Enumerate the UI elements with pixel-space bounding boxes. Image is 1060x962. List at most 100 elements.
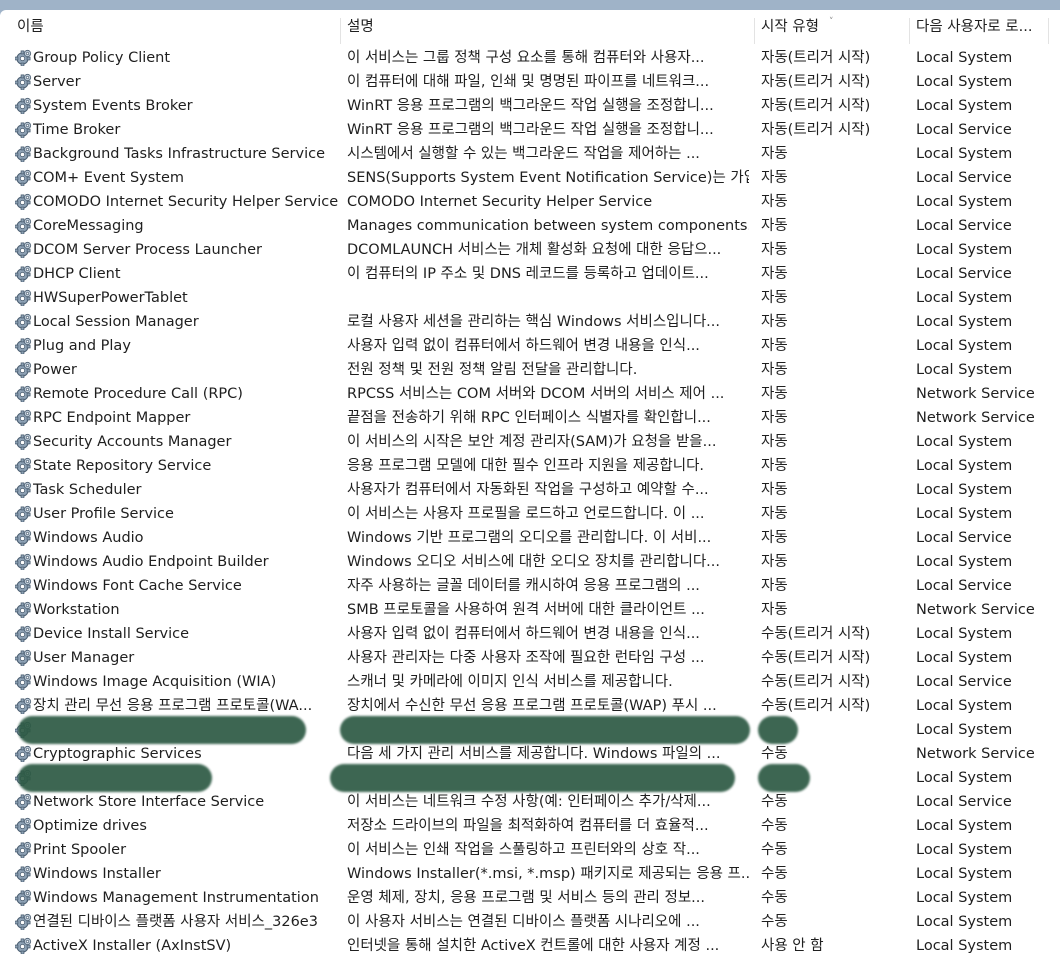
column-header-startup-type[interactable]: 시작 유형 — [761, 10, 901, 44]
service-gear-icon — [15, 937, 32, 954]
service-logon-as: Local Service — [916, 578, 1012, 594]
service-description: 이 사용자 서비스는 연결된 디바이스 플랫폼 시나리오에 ... — [347, 914, 700, 930]
service-gear-icon — [15, 169, 32, 186]
service-name: COMODO Internet Security Helper Service — [33, 194, 339, 210]
service-gear-icon — [15, 889, 32, 906]
service-description: 끝점을 전송하기 위해 RPC 인터페이스 식별자를 확인합니... — [347, 410, 711, 426]
service-row[interactable]: Local System — [0, 716, 1060, 744]
service-row[interactable]: Local Session Manager 로컬 사용자 세션을 관리하는 핵심 … — [0, 310, 1060, 334]
service-gear-icon — [15, 697, 32, 714]
service-startup-type: 자동 — [761, 554, 788, 570]
service-startup-type: 수동 — [761, 794, 788, 810]
column-header-logon-as[interactable]: 다음 사용자로 로... — [916, 10, 1046, 44]
service-name: Local Session Manager — [33, 314, 199, 330]
service-row[interactable]: Remote Procedure Call (RPC) RPCSS 서비스는 CO… — [0, 382, 1060, 406]
service-row[interactable]: Windows Image Acquisition (WIA) 스캐너 및 카메라… — [0, 670, 1060, 694]
service-logon-as: Local System — [916, 626, 1013, 642]
service-row[interactable]: 연결된 디바이스 플랫폼 사용자 서비스_326e3 이 사용자 서비스는 연결된… — [0, 910, 1060, 934]
service-startup-type: 수동 — [761, 866, 788, 882]
service-gear-icon — [15, 625, 32, 642]
service-row[interactable]: Time Broker WinRT 응용 프로그램의 백그라운드 작업 실행을 조… — [0, 118, 1060, 142]
column-divider[interactable] — [909, 18, 910, 44]
service-description: 전원 정책 및 전원 정책 알림 전달을 관리합니다. — [347, 362, 638, 378]
service-startup-type: 자동 — [761, 290, 788, 306]
service-row[interactable]: Windows Audio Windows 기반 프로그램의 오디오를 관리합니다… — [0, 526, 1060, 550]
service-name: Optimize drives — [33, 818, 147, 834]
service-logon-as: Local System — [916, 890, 1013, 906]
service-gear-icon — [15, 433, 32, 450]
column-divider[interactable] — [754, 18, 755, 44]
service-row[interactable]: User Profile Service 이 서비스는 사용자 프로필을 로드하고… — [0, 502, 1060, 526]
service-logon-as: Local Service — [916, 170, 1012, 186]
service-name: Windows Font Cache Service — [33, 578, 242, 594]
column-divider[interactable] — [340, 18, 341, 44]
service-row[interactable]: Local System — [0, 764, 1060, 792]
service-name: 연결된 디바이스 플랫폼 사용자 서비스_326e3 — [33, 914, 318, 930]
service-gear-icon — [15, 385, 32, 402]
service-logon-as: Network Service — [916, 410, 1035, 426]
service-logon-as: Local System — [916, 314, 1013, 330]
service-row[interactable]: CoreMessaging Manages communication betwe… — [0, 214, 1060, 238]
service-description: 이 컴퓨터의 IP 주소 및 DNS 레코드를 등록하고 업데이트... — [347, 266, 709, 282]
service-row[interactable]: ActiveX Installer (AxInstSV) 인터넷을 통해 설치한 … — [0, 934, 1060, 958]
service-description: 사용자 관리자는 다중 사용자 조작에 필요한 런타임 구성 ... — [347, 650, 705, 666]
service-row[interactable]: System Events Broker WinRT 응용 프로그램의 백그라운드… — [0, 94, 1060, 118]
service-row[interactable]: Device Install Service 사용자 입력 없이 컴퓨터에서 하드… — [0, 622, 1060, 646]
service-row[interactable]: COM+ Event System SENS(Supports System Ev… — [0, 166, 1060, 190]
service-logon-as: Local Service — [916, 794, 1012, 810]
service-row[interactable]: Windows Font Cache Service 자주 사용하는 글꼴 데이터… — [0, 574, 1060, 598]
service-startup-type: 자동 — [761, 194, 788, 210]
service-gear-icon — [15, 577, 32, 594]
service-startup-type: 자동 — [761, 338, 788, 354]
column-header-name[interactable]: 이름 — [17, 10, 337, 44]
service-row[interactable]: DHCP Client 이 컴퓨터의 IP 주소 및 DNS 레코드를 등록하고 … — [0, 262, 1060, 286]
service-row[interactable]: Server 이 컴퓨터에 대해 파일, 인쇄 및 명명된 파이프를 네트워크..… — [0, 70, 1060, 94]
service-row[interactable]: Network Store Interface Service 이 서비스는 네트… — [0, 790, 1060, 814]
service-row[interactable]: Optimize drives 저장소 드라이브의 파일을 최적화하여 컴퓨터를 … — [0, 814, 1060, 838]
service-row[interactable]: State Repository Service 응용 프로그램 모델에 대한 필… — [0, 454, 1060, 478]
column-divider[interactable] — [1048, 18, 1049, 44]
service-description: 저장소 드라이브의 파일을 최적화하여 컴퓨터를 더 효율적... — [347, 818, 709, 834]
service-description: DCOMLAUNCH 서비스는 개체 활성화 요청에 대한 응답으... — [347, 242, 722, 258]
service-row[interactable]: Task Scheduler 사용자가 컴퓨터에서 자동화된 작업을 구성하고 예… — [0, 478, 1060, 502]
service-row[interactable]: RPC Endpoint Mapper 끝점을 전송하기 위해 RPC 인터페이스… — [0, 406, 1060, 430]
service-startup-type: 자동(트리거 시작) — [761, 122, 871, 138]
redacted-description — [340, 716, 750, 744]
service-description: Windows Installer(*.msi, *.msp) 패키지로 제공되… — [347, 866, 749, 882]
service-row[interactable]: Cryptographic Services 다음 세 가지 관리 서비스를 제공… — [0, 742, 1060, 766]
service-logon-as: Local System — [916, 650, 1013, 666]
service-row[interactable]: User Manager 사용자 관리자는 다중 사용자 조작에 필요한 런타임 … — [0, 646, 1060, 670]
service-startup-type: 자동 — [761, 146, 788, 162]
service-row[interactable]: Plug and Play 사용자 입력 없이 컴퓨터에서 하드웨어 변경 내용을… — [0, 334, 1060, 358]
service-name: HWSuperPowerTablet — [33, 290, 188, 306]
service-row[interactable]: Windows Installer Windows Installer(*.msi… — [0, 862, 1060, 886]
service-logon-as: Local System — [916, 554, 1013, 570]
service-row[interactable]: COMODO Internet Security Helper Service C… — [0, 190, 1060, 214]
service-row[interactable]: Windows Audio Endpoint Builder Windows 오디… — [0, 550, 1060, 574]
service-logon-as: Local System — [916, 146, 1013, 162]
service-logon-as: Local System — [916, 866, 1013, 882]
service-name: Windows Management Instrumentation — [33, 890, 319, 906]
service-row[interactable]: Workstation SMB 프로토콜을 사용하여 원격 서버에 대한 클라이언… — [0, 598, 1060, 622]
service-name: Server — [33, 74, 81, 90]
service-name: Task Scheduler — [33, 482, 142, 498]
service-row[interactable]: Security Accounts Manager 이 서비스의 시작은 보안 계… — [0, 430, 1060, 454]
service-row[interactable]: HWSuperPowerTablet 자동 Local System — [0, 286, 1060, 310]
service-row[interactable]: DCOM Server Process Launcher DCOMLAUNCH 서… — [0, 238, 1060, 262]
redacted-name — [18, 716, 306, 744]
service-row[interactable]: 장치 관리 무선 응용 프로그램 프로토콜(WA... 장치에서 수신한 무선 응… — [0, 694, 1060, 718]
service-row[interactable]: Windows Management Instrumentation 운영 체제,… — [0, 886, 1060, 910]
service-logon-as: Local Service — [916, 218, 1012, 234]
service-logon-as: Local System — [916, 98, 1013, 114]
column-header-description[interactable]: 설명 — [347, 10, 747, 44]
service-row[interactable]: Group Policy Client 이 서비스는 그룹 정책 구성 요소를 통… — [0, 46, 1060, 70]
service-description: 사용자 입력 없이 컴퓨터에서 하드웨어 변경 내용을 인식... — [347, 338, 700, 354]
service-gear-icon — [15, 337, 32, 354]
service-row[interactable]: Power 전원 정책 및 전원 정책 알림 전달을 관리합니다. 자동 Local … — [0, 358, 1060, 382]
service-gear-icon — [15, 553, 32, 570]
service-row[interactable]: Print Spooler 이 서비스는 인쇄 작업을 스풀링하고 프린터와의 상… — [0, 838, 1060, 862]
service-row[interactable]: Background Tasks Infrastructure Service 시… — [0, 142, 1060, 166]
service-name: DCOM Server Process Launcher — [33, 242, 262, 258]
service-description: 다음 세 가지 관리 서비스를 제공합니다. Windows 파일의 ... — [347, 746, 721, 762]
service-name: DHCP Client — [33, 266, 121, 282]
